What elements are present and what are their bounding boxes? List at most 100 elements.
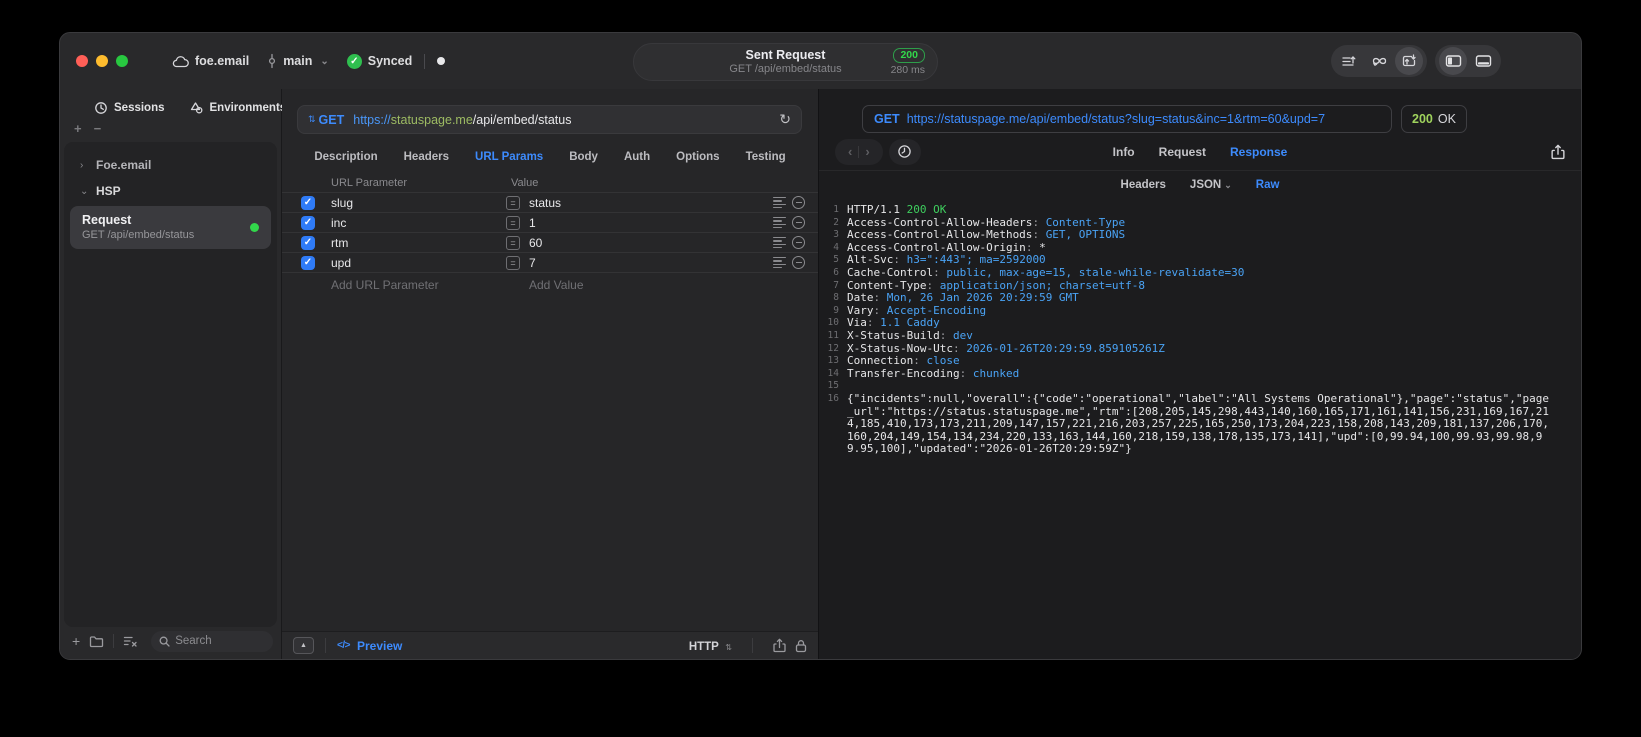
param-value[interactable]: 7 [529,256,536,270]
request-order-button[interactable] [1335,47,1363,75]
subtab-json[interactable]: JSON ⌄ [1190,179,1232,191]
tab-environments[interactable]: Environments [189,101,287,115]
tab-options[interactable]: Options [676,151,719,163]
line-number: 14 [827,367,839,379]
branch-switcher[interactable]: main ⌄ [267,53,329,69]
toggle-bottom-panel-button[interactable] [1469,47,1497,75]
subtab-raw[interactable]: Raw [1256,179,1280,191]
search-placeholder: Search [175,635,212,647]
param-name[interactable]: rtm [331,236,506,250]
request-method[interactable]: GET [319,113,345,127]
param-value[interactable]: 1 [529,216,536,230]
history-button[interactable] [888,138,921,165]
tab-headers[interactable]: Headers [404,151,449,163]
param-value[interactable]: 60 [529,236,542,250]
share-icon[interactable] [773,638,786,653]
request-list-item-selected[interactable]: Request GET /api/embed/status [70,206,271,249]
flow-button[interactable] [1365,47,1393,75]
param-enabled-checkbox[interactable]: ✓ [301,235,315,250]
remove-param-icon[interactable] [792,256,805,269]
sidebar: Sessions Environments + − › Foe.email ⌄ … [60,89,286,659]
tab-body[interactable]: Body [569,151,598,163]
back-icon[interactable]: ‹ [845,144,855,159]
new-folder-icon[interactable] [89,635,104,648]
tab-url-params[interactable]: URL Params [475,151,543,163]
http-version-select[interactable]: HTTP ⇅ [689,637,732,655]
response-tabs: Info Request Response [1113,145,1288,159]
remove-param-icon[interactable] [792,196,805,209]
resend-request-icon[interactable]: ↻ [779,111,791,128]
add-item-button[interactable]: + [74,121,82,136]
request-status-pill[interactable]: Sent Request GET /api/embed/status 200 2… [633,43,938,81]
tree-group-foe-email[interactable]: › Foe.email [64,152,277,178]
tab-description[interactable]: Description [314,151,377,163]
lock-icon[interactable] [795,639,807,653]
row-options-icon[interactable] [773,256,786,269]
chevron-down-icon: ⌄ [320,55,329,67]
check-icon: ✓ [303,237,313,248]
sidebar-search-input[interactable]: Search [151,630,273,652]
row-options-icon[interactable] [773,196,786,209]
subtab-headers[interactable]: Headers [1121,179,1166,191]
remove-item-button[interactable]: − [94,121,102,136]
param-name[interactable]: slug [331,196,506,210]
titlebar-actions [1331,45,1501,77]
tree-group-label: Foe.email [96,158,152,172]
response-nav: ‹ › Info Request Response [819,133,1581,171]
line-number: 2 [833,216,839,228]
line-text: Vary: Accept-Encoding [847,303,987,317]
request-panel: ⇅ GET https://statuspage.me/api/embed/st… [282,89,818,659]
tab-auth[interactable]: Auth [624,151,650,163]
tree-group-hsp[interactable]: ⌄ HSP [64,178,277,204]
zoom-window-button[interactable] [116,55,128,67]
transactions-button[interactable] [1395,47,1423,75]
new-request-button[interactable]: + [72,633,80,649]
tab-testing[interactable]: Testing [746,151,786,163]
param-row-upd: ✓ upd = 7 [282,252,818,272]
tab-environments-label: Environments [209,102,287,114]
toggle-sidebar-button[interactable] [1439,47,1467,75]
param-enabled-checkbox[interactable]: ✓ [301,255,315,270]
sync-status[interactable]: ✓ Synced [346,53,412,69]
sort-filter-icon[interactable] [123,635,138,647]
request-status-subtitle: GET /api/embed/status [729,63,842,75]
row-options-icon[interactable] [773,216,786,229]
expand-panel-button[interactable]: ▲ [293,637,314,654]
tab-request[interactable]: Request [1159,145,1206,159]
desktop: foe.email main ⌄ ✓ Synced Sent Request G… [0,0,1641,737]
add-url-parameter-button[interactable]: Add URL Parameter [331,278,529,292]
row-options-icon[interactable] [773,236,786,249]
remove-param-icon[interactable] [792,216,805,229]
tab-response[interactable]: Response [1230,145,1287,159]
param-name[interactable]: upd [331,256,506,270]
request-item-subtitle: GET /api/embed/status [82,229,195,241]
check-icon: ✓ [303,217,313,228]
response-url: https://statuspage.me/api/embed/status?s… [906,112,1326,126]
tab-info[interactable]: Info [1113,145,1135,159]
param-name[interactable]: inc [331,216,506,230]
forward-icon[interactable]: › [862,144,872,159]
workspace-switcher[interactable]: foe.email [172,54,249,68]
param-enabled-checkbox[interactable]: ✓ [301,195,315,210]
line-number: 1 [833,204,839,215]
close-window-button[interactable] [76,55,88,67]
response-status-badge: 200 OK [1401,105,1467,133]
request-url[interactable]: https://statuspage.me/api/embed/status [353,113,571,127]
export-response-icon[interactable] [1551,144,1565,160]
tab-sessions[interactable]: Sessions [94,101,165,115]
sidebar-add-remove: + − [74,121,281,136]
response-raw[interactable]: 1 HTTP/1.1 200 OK 2 Access-Control-Allow-He… [819,198,1581,659]
sent-request-url-box[interactable]: GET https://statuspage.me/api/embed/stat… [862,105,1392,133]
footer-divider [113,634,115,648]
url-host: statuspage.me [390,112,473,127]
param-row-rtm: ✓ rtm = 60 [282,232,818,252]
remove-param-icon[interactable] [792,236,805,249]
preview-button[interactable]: Preview [357,639,402,653]
add-value-button[interactable]: Add Value [529,278,584,292]
param-enabled-checkbox[interactable]: ✓ [301,215,315,230]
git-commit-icon [269,53,276,69]
minimize-window-button[interactable] [96,55,108,67]
param-value[interactable]: status [529,196,561,210]
request-url-bar[interactable]: ⇅ GET https://statuspage.me/api/embed/st… [297,105,802,134]
cloud-icon [172,55,189,67]
